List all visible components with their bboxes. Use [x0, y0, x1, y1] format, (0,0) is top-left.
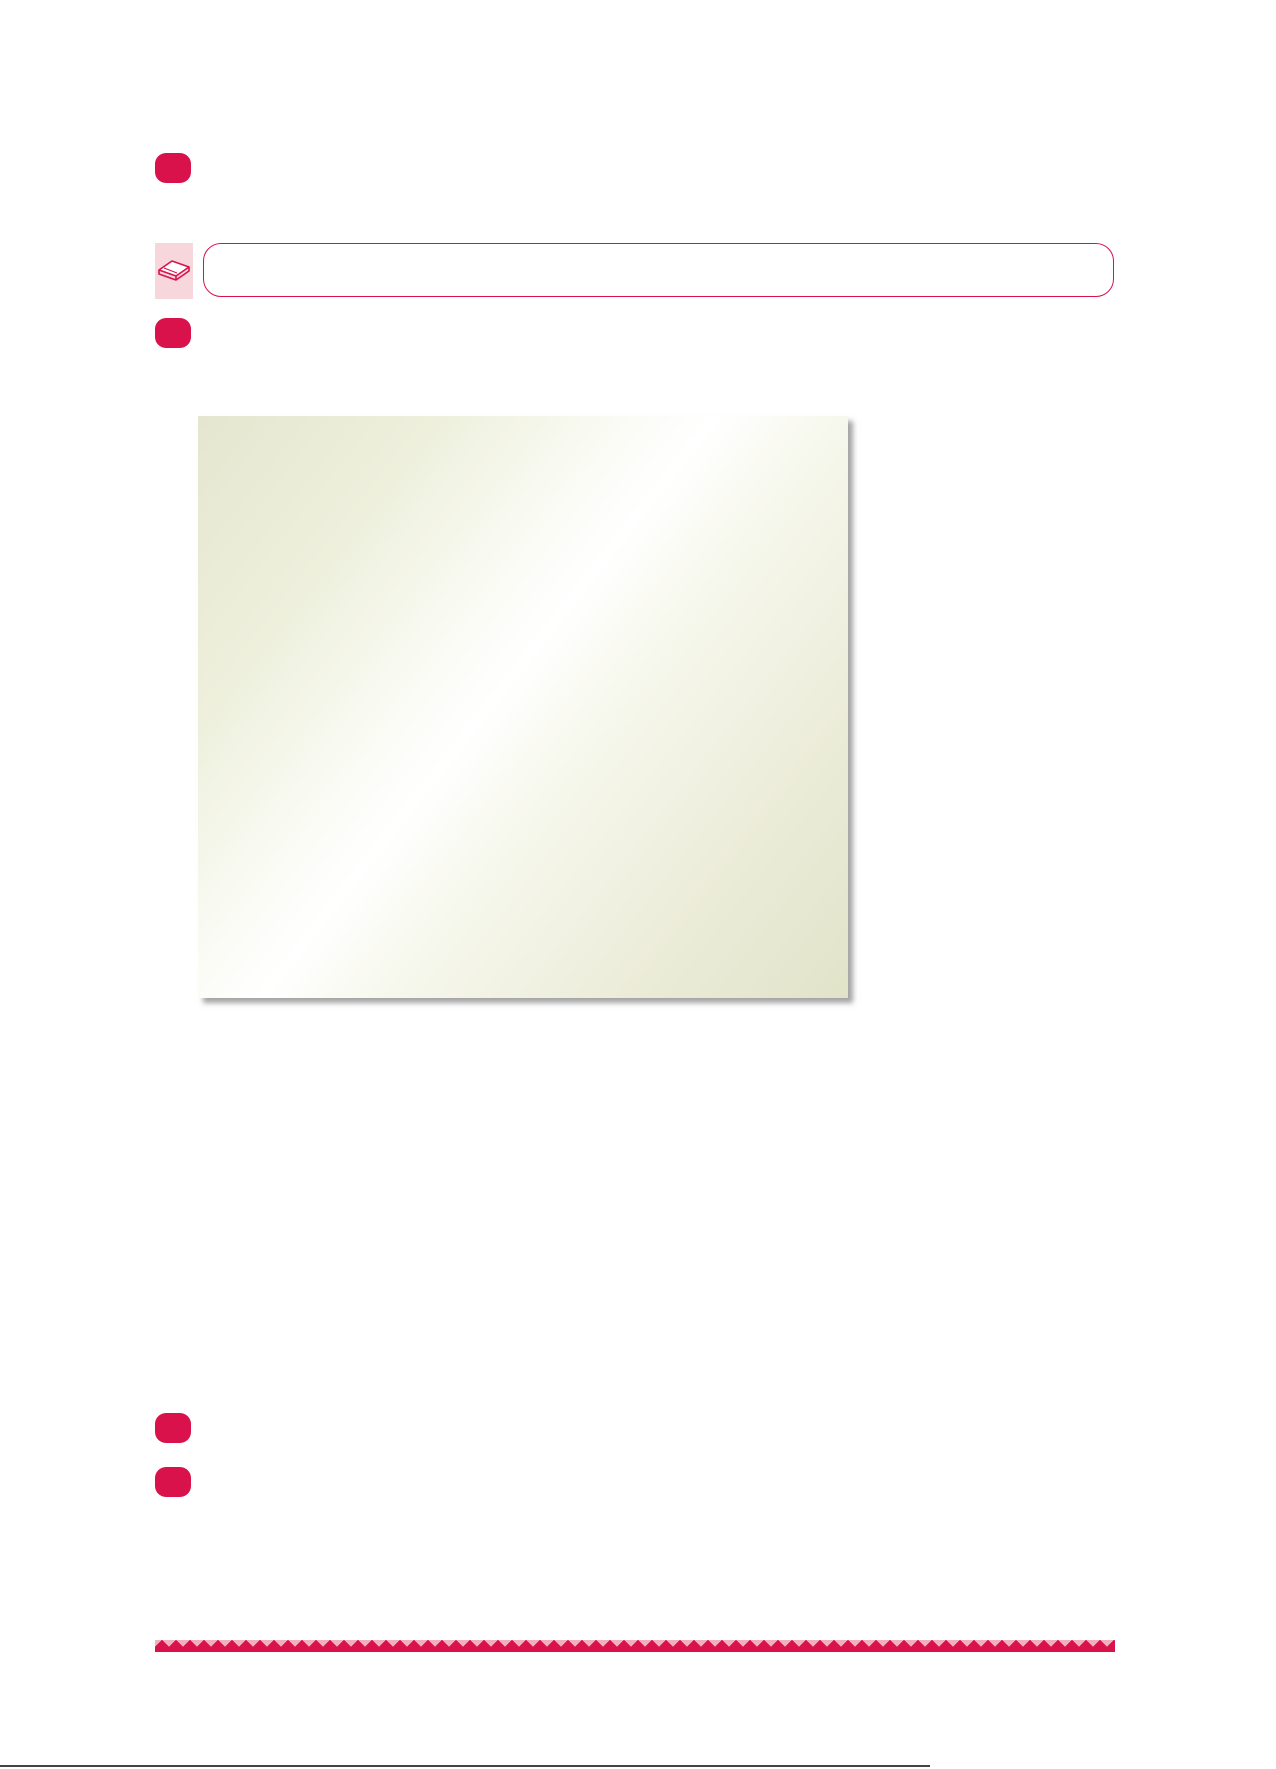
decorative-zigzag-band [155, 1640, 1115, 1652]
step-1-badge [155, 153, 191, 183]
note-box [203, 243, 1114, 297]
book-icon [158, 260, 190, 281]
screenshot-panel [198, 416, 848, 998]
step-2-badge [155, 318, 191, 348]
step-3-badge [155, 1413, 191, 1443]
footer-rule [0, 1765, 930, 1767]
note-icon-box [155, 243, 193, 299]
step-4-badge [155, 1467, 191, 1497]
